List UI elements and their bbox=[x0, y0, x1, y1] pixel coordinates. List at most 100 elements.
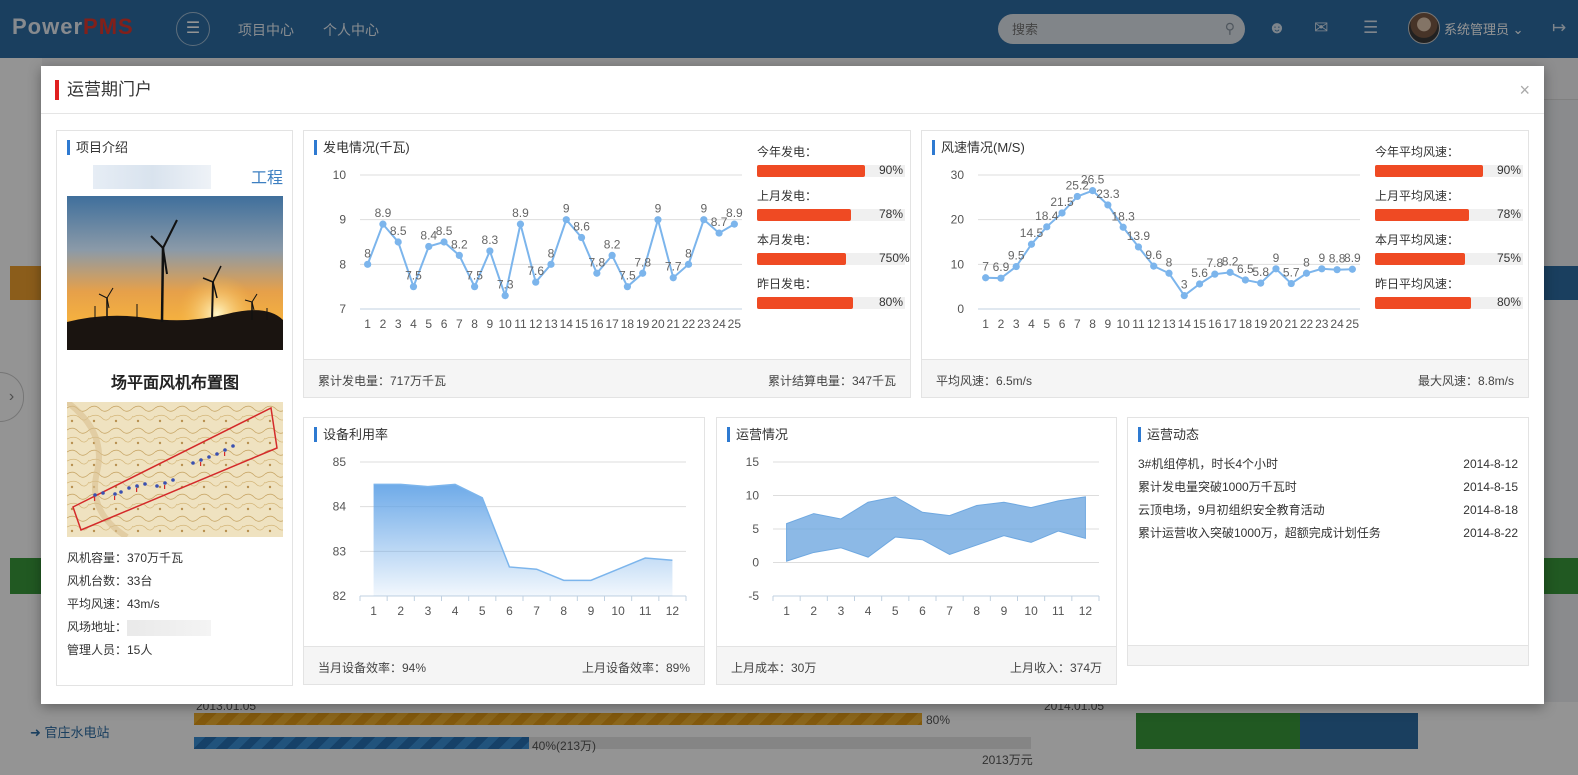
x-tick-label: 1 bbox=[982, 317, 989, 331]
x-tick-label: 6 bbox=[441, 317, 448, 331]
data-point bbox=[623, 283, 631, 291]
stat-bar-percent: 80% bbox=[879, 295, 904, 309]
data-label: 8.6 bbox=[573, 220, 590, 234]
total-settled: 累计结算电量：347千瓦 bbox=[767, 374, 896, 388]
stat-bar-label: 昨日发电： bbox=[757, 277, 818, 291]
news-item[interactable]: 累计发电量突破1000万千瓦时 2014-8-15 bbox=[1138, 479, 1518, 502]
x-tick-label: 11 bbox=[1052, 604, 1065, 618]
stat-bar-fill bbox=[757, 209, 851, 221]
avg-wind-speed: 平均风速：6.5m/s bbox=[936, 374, 1033, 388]
stat-bar-percent: 78% bbox=[1497, 207, 1522, 221]
series-area bbox=[373, 484, 673, 596]
data-point bbox=[654, 216, 662, 224]
data-point bbox=[440, 238, 448, 246]
data-point bbox=[364, 260, 372, 268]
data-label: 8 bbox=[364, 246, 371, 260]
x-tick-label: 8 bbox=[1089, 317, 1096, 331]
data-label: 8.9 bbox=[726, 206, 743, 220]
data-point bbox=[1241, 276, 1249, 284]
x-tick-label: 14 bbox=[1178, 317, 1192, 331]
data-point bbox=[639, 269, 647, 277]
data-label: 8 bbox=[548, 246, 555, 260]
x-tick-label: 9 bbox=[588, 604, 595, 618]
y-tick-label: 85 bbox=[333, 455, 347, 469]
x-tick-label: 4 bbox=[865, 604, 872, 618]
news-item[interactable]: 累计运营收入突破1000万，超额完成计划任务 2014-8-22 bbox=[1138, 525, 1518, 548]
data-point bbox=[1089, 187, 1097, 195]
current-efficiency: 当月设备效率：94% bbox=[318, 661, 427, 675]
data-label: 8 bbox=[1166, 255, 1173, 269]
data-label: 8.5 bbox=[436, 224, 453, 238]
x-tick-label: 4 bbox=[1028, 317, 1035, 331]
x-tick-label: 25 bbox=[728, 317, 742, 331]
news-item[interactable]: 3#机组停机，时长4个小时 2014-8-12 bbox=[1138, 456, 1518, 479]
x-tick-label: 3 bbox=[838, 604, 845, 618]
stat-bar-row: 今年平均风速： 90% bbox=[1375, 143, 1523, 187]
data-point bbox=[1287, 279, 1295, 288]
wind-stat-bars: 今年平均风速： 90% 上月平均风速： 78% 本月平均风速： 75% 昨日平均风速： 80% bbox=[1375, 143, 1523, 319]
x-tick-label: 7 bbox=[946, 604, 953, 618]
series-line bbox=[985, 189, 1353, 298]
panel-footer: 上月成本：30万 上月收入：374万 bbox=[717, 646, 1116, 684]
data-label: 21.5 bbox=[1050, 195, 1074, 209]
operation-panel: 运营情况 -5 0 5 10 15 1 2 3 4 5 6 7 8 9 10 11 12 上月成本：30万 上月… bbox=[716, 417, 1117, 685]
x-tick-label: 23 bbox=[1315, 317, 1329, 331]
project-info-list: 风机容量：370万千瓦 风机台数：33台 平均风速：43m/s 风场地址： 管理… bbox=[67, 547, 212, 662]
stat-bar-label: 上月发电： bbox=[757, 189, 818, 203]
stat-bar-fill bbox=[1375, 209, 1469, 221]
operation-news-panel: 运营动态 3#机组停机，时长4个小时 2014-8-12 累计发电量突破1000万千… bbox=[1127, 417, 1529, 666]
x-tick-label: 10 bbox=[1116, 317, 1130, 331]
data-point bbox=[1043, 223, 1051, 231]
x-tick-label: 1 bbox=[364, 317, 371, 331]
data-label: 5.8 bbox=[1252, 265, 1269, 279]
data-point bbox=[501, 292, 509, 300]
y-tick-label: 84 bbox=[333, 500, 347, 514]
data-point bbox=[1012, 262, 1020, 271]
data-point bbox=[715, 229, 723, 237]
x-tick-label: 2 bbox=[998, 317, 1005, 331]
x-tick-label: 24 bbox=[1330, 317, 1344, 331]
close-icon[interactable]: × bbox=[1519, 80, 1530, 101]
data-point bbox=[1318, 265, 1326, 273]
stat-bar-percent: 80% bbox=[1497, 295, 1522, 309]
y-tick-label: 10 bbox=[951, 257, 965, 271]
data-point bbox=[1348, 265, 1356, 273]
y-tick-label: 9 bbox=[339, 213, 346, 227]
data-point bbox=[700, 216, 708, 224]
data-point bbox=[593, 269, 601, 277]
stat-bar-fill bbox=[757, 297, 853, 309]
data-label: 7 bbox=[982, 260, 989, 274]
x-tick-label: 1 bbox=[783, 604, 790, 618]
project-intro-panel: 项目介绍 工程 场平面风机布置图 风机容量：370万千瓦 风机台数：33台 平均… bbox=[56, 130, 293, 686]
news-list: 3#机组停机，时长4个小时 2014-8-12 累计发电量突破1000万千瓦时 201… bbox=[1138, 456, 1518, 548]
data-point bbox=[1302, 269, 1311, 277]
x-tick-label: 5 bbox=[425, 317, 432, 331]
news-item[interactable]: 云顶电场，9月初组织安全教育活动 2014-8-18 bbox=[1138, 502, 1518, 525]
y-tick-label: 82 bbox=[333, 589, 347, 603]
equipment-utilization-panel: 设备利用率 82 83 84 85 1 2 3 4 5 6 7 8 9 10 11 12 当月设备效率：94%… bbox=[303, 417, 705, 685]
data-point bbox=[1134, 243, 1143, 251]
data-point bbox=[1257, 279, 1265, 287]
wind-speed-panel: 风速情况(M/S) 0 10 20 30 1 2 3 4 5 6 7 8 9 10 11 12 13 14 15 16… bbox=[921, 130, 1529, 398]
data-label: 9.6 bbox=[1145, 248, 1162, 262]
news-text: 累计发电量突破1000万千瓦时 bbox=[1138, 480, 1297, 494]
x-tick-label: 9 bbox=[1001, 604, 1008, 618]
news-date: 2014-8-18 bbox=[1463, 503, 1518, 517]
data-label: 8.9 bbox=[512, 206, 529, 220]
x-tick-label: 2 bbox=[397, 604, 404, 618]
x-tick-label: 23 bbox=[697, 317, 711, 331]
x-tick-label: 6 bbox=[919, 604, 926, 618]
data-label: 9 bbox=[1273, 251, 1280, 265]
y-tick-label: -5 bbox=[748, 589, 759, 603]
stat-bar-fill bbox=[1375, 165, 1483, 177]
x-tick-label: 2 bbox=[810, 604, 817, 618]
power-generation-panel: 发电情况(千瓦) 7 8 9 10 1 2 3 4 5 6 7 8 9 10 11 12 13 14 15 16 17 1… bbox=[303, 130, 911, 398]
x-tick-label: 10 bbox=[498, 317, 512, 331]
range-band bbox=[786, 496, 1086, 562]
x-tick-label: 2 bbox=[380, 317, 387, 331]
data-point bbox=[394, 238, 402, 246]
stat-bar-percent: 78% bbox=[879, 207, 904, 221]
data-label: 13.9 bbox=[1127, 229, 1151, 243]
data-point bbox=[379, 220, 387, 228]
turbine-layout-map[interactable] bbox=[67, 402, 283, 537]
